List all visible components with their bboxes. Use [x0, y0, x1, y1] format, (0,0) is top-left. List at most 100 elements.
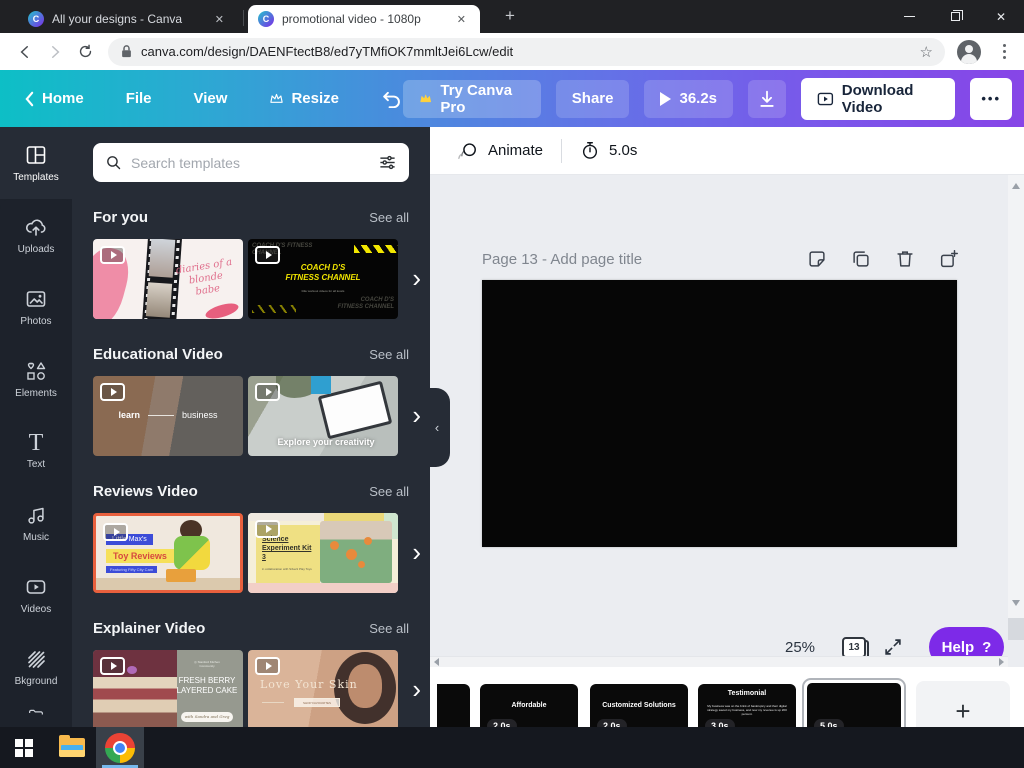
taskbar-chrome[interactable] [96, 727, 144, 768]
browser-tab-designs[interactable]: C All your designs - Canva ✕ [18, 5, 238, 33]
add-page-icon[interactable] [938, 248, 960, 270]
sidebar-item-text[interactable]: T Text [0, 415, 72, 487]
template-search[interactable] [93, 143, 409, 182]
sidebar-item-photos[interactable]: Photos [0, 271, 72, 343]
row-scroll-right-icon[interactable]: › [412, 539, 421, 565]
tab-close-icon[interactable]: ✕ [453, 11, 470, 28]
elements-shapes-icon [27, 362, 46, 380]
duplicate-page-icon[interactable] [850, 248, 872, 270]
share-button[interactable]: Share [555, 79, 630, 118]
template-thumb-toy-reviews[interactable]: Little Max's Toy Reviews Featuring Fifty… [93, 513, 243, 593]
chevron-left-icon [25, 91, 34, 106]
template-thumb-learn-business[interactable]: learn business [93, 376, 243, 456]
delete-page-icon[interactable] [894, 248, 916, 270]
sidebar-item-label: Music [22, 532, 50, 543]
see-all-link[interactable]: See all [369, 621, 409, 636]
search-input[interactable] [131, 154, 378, 171]
template-thumb-coach-fitness[interactable]: COACH D'S FITNESS CHANNEL COACH D'S FITNES… [248, 239, 398, 319]
section-title: Explainer Video [93, 620, 206, 637]
row-scroll-right-icon[interactable]: › [412, 402, 421, 428]
search-icon [107, 156, 121, 170]
canva-favicon-icon: C [258, 11, 274, 27]
canva-favicon-icon: C [28, 11, 44, 27]
download-video-button[interactable]: Download Video [801, 77, 956, 120]
bookmark-star-icon[interactable]: ☆ [920, 43, 933, 61]
template-thumb-diaries[interactable]: diaries of a blonde babe [93, 239, 243, 319]
panel-collapse-button[interactable]: ‹ [424, 388, 450, 467]
window-restore-button[interactable] [932, 0, 978, 33]
page-number: 13 [848, 642, 860, 653]
row-scroll-right-icon[interactable]: › [412, 265, 421, 291]
start-button[interactable] [0, 727, 48, 768]
window-minimize-button[interactable] [886, 0, 932, 33]
sidebar-item-music[interactable]: Music [0, 487, 72, 559]
download-button[interactable] [748, 79, 787, 118]
filter-sliders-icon[interactable] [378, 153, 397, 172]
try-canva-pro-button[interactable]: Try Canva Pro [402, 79, 541, 118]
add-notes-icon[interactable] [806, 248, 828, 270]
thumb-text: Love Your Skin [260, 678, 358, 691]
template-thumb-explore-creativity[interactable]: Explore your creativity [248, 376, 398, 456]
crown-icon [270, 93, 284, 103]
sidebar-item-more[interactable] [0, 703, 72, 729]
row-scroll-right-icon[interactable]: › [412, 676, 421, 702]
back-button[interactable] [10, 37, 40, 67]
window-controls: ✕ [886, 0, 1024, 33]
folder-icon [29, 709, 43, 715]
thumb-text: blonde babe [188, 270, 224, 298]
video-play-badge-icon [100, 383, 125, 401]
clip-title: Testimonial [727, 690, 767, 697]
resize-menu[interactable]: Resize [269, 90, 339, 107]
see-all-link[interactable]: See all [369, 347, 409, 362]
horizontal-scrollbar[interactable] [430, 656, 1008, 667]
scroll-left-arrow-icon[interactable] [434, 658, 439, 666]
page-duration-button[interactable]: 5.0s [580, 140, 637, 161]
browser-tab-promo-video[interactable]: C promotional video - 1080p ✕ [248, 5, 480, 33]
fullscreen-icon[interactable] [882, 636, 904, 658]
thumb-text: FRESH BERRY [178, 676, 236, 685]
taskbar-file-explorer[interactable] [48, 727, 96, 768]
video-icon [817, 92, 834, 105]
zoom-level[interactable]: 25% [785, 639, 815, 656]
reload-button[interactable] [70, 37, 100, 67]
scroll-down-arrow-icon[interactable] [1012, 600, 1020, 606]
file-menu[interactable]: File [126, 90, 152, 107]
see-all-link[interactable]: See all [369, 484, 409, 499]
sidebar-item-label: Templates [13, 172, 59, 183]
forward-button[interactable] [40, 37, 70, 67]
thumb-text: Explore your creativity [277, 437, 375, 447]
page-title-label[interactable]: Page 13 - Add page title [482, 251, 642, 268]
vertical-scrollbar[interactable] [1008, 175, 1024, 640]
scroll-right-arrow-icon[interactable] [999, 658, 1004, 666]
template-thumb-berry-cake[interactable]: ◎ Stanford Kitchen Community FRESH BERRY L… [93, 650, 243, 727]
sidebar-item-background[interactable]: Bkground [0, 631, 72, 703]
sidebar-item-elements[interactable]: Elements [0, 343, 72, 415]
address-bar[interactable]: canva.com/design/DAENFtectB8/ed7yTMfiOK7… [108, 37, 945, 66]
template-row: diaries of a blonde babe COACH D'S FITNES… [93, 239, 421, 319]
window-close-button[interactable]: ✕ [978, 0, 1024, 33]
more-options-button[interactable]: ••• [970, 77, 1012, 120]
thumb-text: LAYERED CAKE [176, 686, 238, 695]
thumb-text: Science Experiment Kit 3 [262, 536, 312, 561]
canva-topbar: Home File View Resize Try Canva Pro Shar… [0, 70, 1024, 127]
page-count-badge[interactable]: 13 [842, 637, 869, 659]
play-preview-button[interactable]: 36.2s [644, 79, 734, 118]
tab-close-icon[interactable]: ✕ [211, 11, 228, 28]
home-button[interactable]: Home [24, 90, 84, 107]
template-thumb-love-your-skin[interactable]: Love Your Skin SHOP FAVOURITES [248, 650, 398, 727]
animate-button[interactable]: Animate [455, 141, 543, 161]
sidebar-item-label: Videos [20, 604, 52, 615]
sidebar-item-templates[interactable]: Templates [0, 127, 72, 199]
new-tab-button[interactable]: + [498, 7, 522, 26]
video-icon [26, 580, 46, 594]
view-menu[interactable]: View [194, 90, 228, 107]
scroll-up-arrow-icon[interactable] [1012, 183, 1020, 189]
video-canvas-page[interactable] [482, 280, 957, 547]
see-all-link[interactable]: See all [369, 210, 409, 225]
profile-avatar[interactable] [957, 39, 981, 64]
undo-button[interactable] [381, 90, 403, 108]
sidebar-item-videos[interactable]: Videos [0, 559, 72, 631]
template-thumb-science-kit[interactable]: Science Experiment Kit 3 in collaboratio… [248, 513, 398, 593]
browser-menu-icon[interactable] [995, 40, 1014, 63]
sidebar-item-uploads[interactable]: Uploads [0, 199, 72, 271]
